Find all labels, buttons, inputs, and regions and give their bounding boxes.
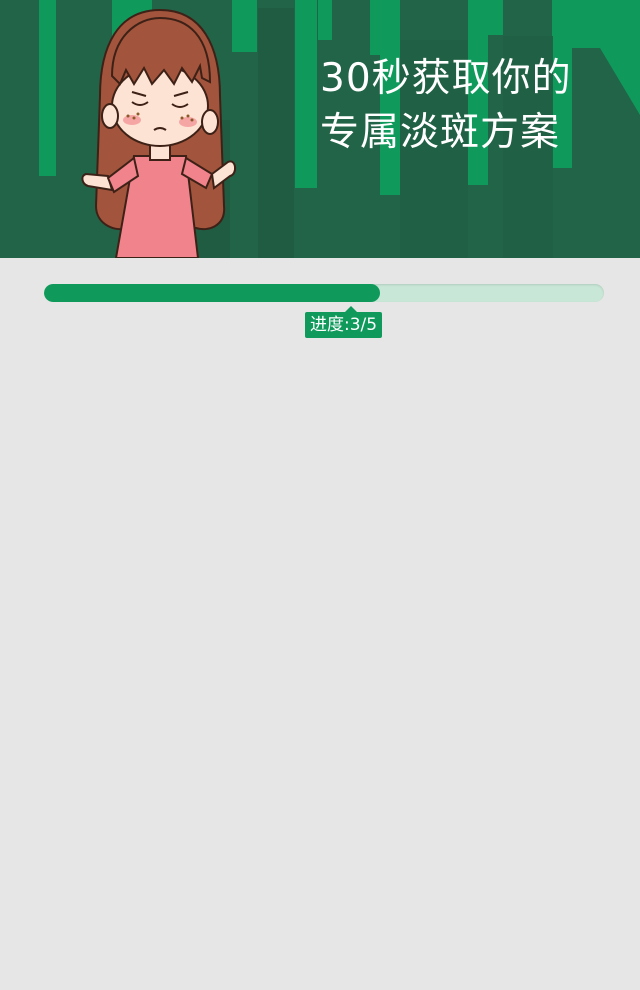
header-banner: 30秒获取你的 专属淡斑方案 [0, 0, 640, 258]
progress-section: 进度:3/5 [44, 284, 604, 344]
girl-illustration [81, 8, 236, 258]
progress-bar-fill [44, 284, 380, 302]
banner-title: 30秒获取你的 专属淡斑方案 [320, 52, 620, 160]
banner-title-line-2: 专属淡斑方案 [320, 110, 561, 155]
progress-label: 进度:3/5 [305, 306, 383, 338]
progress-bar-track [44, 284, 604, 302]
banner-title-line-1: 30秒获取你的 [320, 56, 572, 101]
